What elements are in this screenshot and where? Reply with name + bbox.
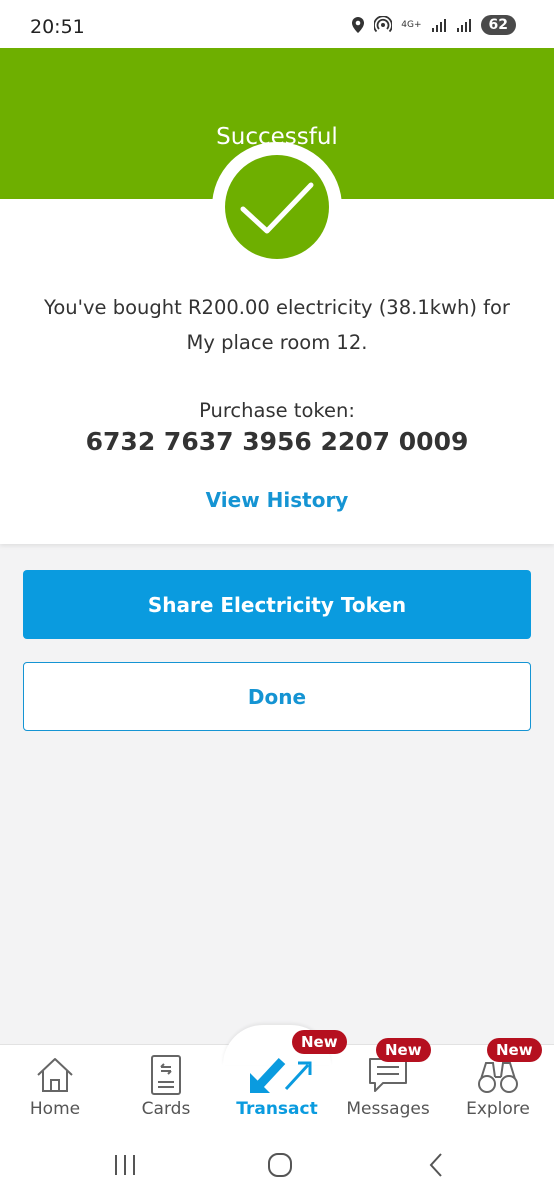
nav-item-explore[interactable]: Explore (448, 1055, 548, 1119)
home-circle-icon[interactable] (266, 1148, 294, 1186)
nav-label-messages: Messages (346, 1099, 430, 1119)
hotspot-icon (374, 16, 393, 34)
signal-icon-2 (456, 17, 472, 33)
checkmark-icon (240, 182, 314, 234)
signal-icon (431, 17, 447, 33)
location-icon (351, 16, 365, 34)
nav-item-messages[interactable]: Messages (338, 1055, 438, 1119)
transact-icon (250, 1057, 312, 1093)
cards-icon (151, 1055, 181, 1095)
nav-label-transact: Transact (236, 1099, 318, 1119)
check-circle (225, 155, 329, 259)
back-icon[interactable] (424, 1148, 448, 1186)
done-button[interactable]: Done (23, 662, 531, 731)
nav-item-home[interactable]: Home (5, 1055, 105, 1119)
share-token-button[interactable]: Share Electricity Token (23, 570, 531, 639)
network-type-icon: 4G+ (401, 19, 422, 30)
token-value: 6732 7637 3956 2207 0009 (85, 427, 469, 456)
nav-label-explore: Explore (466, 1099, 530, 1119)
nav-item-cards[interactable]: Cards (116, 1055, 216, 1119)
badge-messages-new: New (376, 1038, 431, 1062)
view-history-link[interactable]: View History (177, 488, 377, 512)
home-icon (37, 1058, 73, 1092)
badge-transact-new: New (292, 1030, 347, 1054)
badge-explore-new: New (487, 1038, 542, 1062)
system-nav-bar (0, 1136, 554, 1200)
status-icons: 4G+ 62 (351, 14, 516, 36)
battery-indicator: 62 (480, 15, 516, 35)
status-bar: 20:51 4G+ 62 (0, 0, 554, 48)
purchase-message: You've bought R200.00 electricity (38.1k… (44, 296, 510, 354)
token-label: Purchase token: (199, 399, 355, 422)
nav-label-cards: Cards (141, 1099, 191, 1119)
status-time: 20:51 (30, 16, 85, 38)
nav-label-home: Home (29, 1099, 81, 1119)
nav-item-transact[interactable]: Transact (227, 1055, 327, 1119)
recents-icon[interactable] (112, 1148, 138, 1186)
